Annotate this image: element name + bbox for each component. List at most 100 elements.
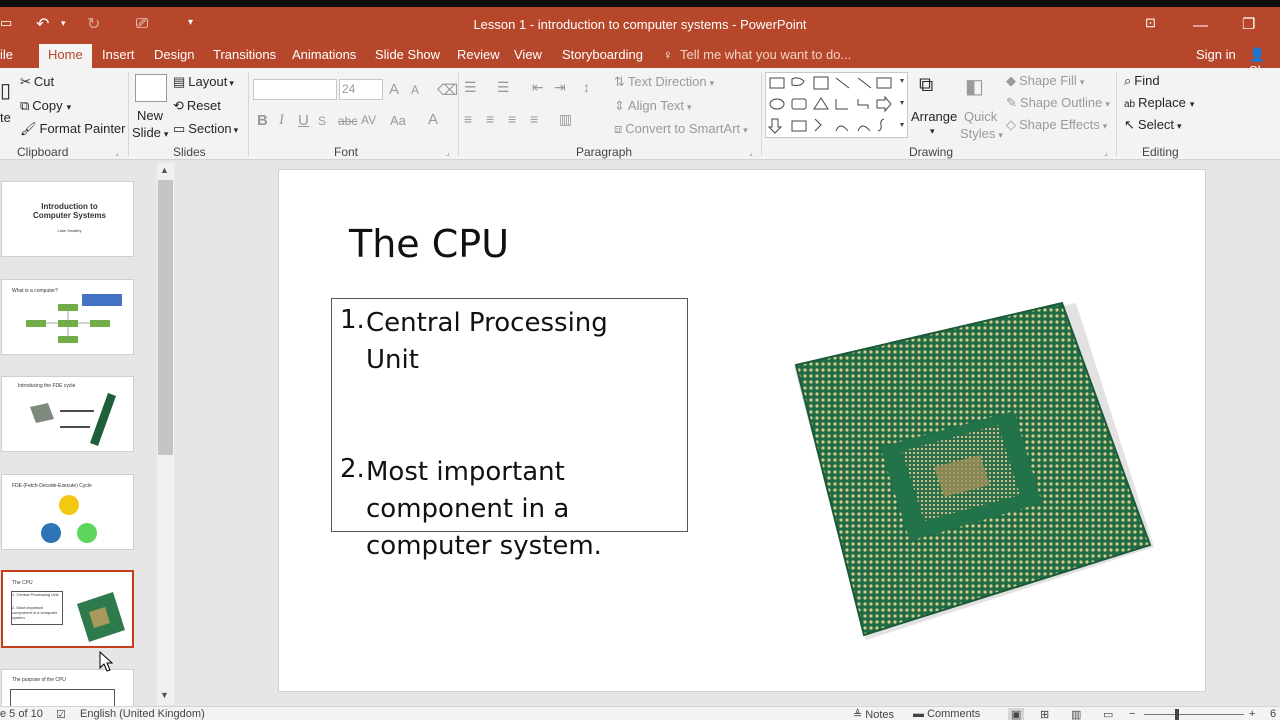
slide-thumbnail[interactable]: What is a computer? — [1, 279, 134, 355]
tab-file[interactable]: ile — [0, 47, 13, 62]
find-button[interactable]: ⌕ Find — [1124, 73, 1160, 89]
decrease-indent-icon[interactable]: ⇤ — [532, 79, 544, 96]
bold-button[interactable]: B — [257, 112, 268, 129]
slide-thumbnail[interactable]: Introducing the FDE cycle — [1, 376, 134, 452]
shapes-gallery[interactable] — [765, 72, 908, 138]
tab-transitions[interactable]: Transitions — [213, 47, 276, 62]
quick-styles-icon[interactable]: ◧ — [965, 74, 984, 99]
thumb-subtitle: Liam Smalley — [57, 228, 82, 233]
cpu-image[interactable] — [784, 295, 1164, 655]
paste-icon[interactable]: ▯ — [0, 78, 11, 103]
zoom-slider-thumb[interactable] — [1175, 709, 1179, 720]
drawing-launcher-icon[interactable]: ⌟ — [1104, 148, 1108, 157]
thumb-diagram — [26, 294, 122, 343]
ribbon-display-icon[interactable]: ⊡ — [1145, 15, 1156, 31]
clipboard-launcher-icon[interactable]: ⌟ — [115, 148, 119, 157]
tab-view[interactable]: View — [514, 47, 542, 62]
align-right-icon[interactable]: ≡ — [508, 111, 516, 127]
char-spacing-button[interactable]: AV — [361, 113, 376, 127]
format-painter-button[interactable]: 🖌 Format Painter — [20, 121, 126, 137]
shape-effects-button[interactable]: ◇ Shape Effects ▾ — [1006, 117, 1107, 133]
justify-icon[interactable]: ≡ — [530, 111, 538, 127]
slide-thumbnail[interactable]: FDE (Fetch-Decode-Execute) Cycle — [1, 474, 134, 550]
slide-text-box[interactable]: 1. Central Processing Unit 2. Most impor… — [331, 298, 688, 561]
shape-effects-icon: ◇ — [1006, 117, 1016, 132]
numbering-icon[interactable]: ☰ — [497, 79, 510, 96]
tab-design[interactable]: Design — [154, 47, 194, 62]
new-slide-button[interactable]: Slide ▾ — [132, 125, 168, 140]
slide-thumbnail-selected[interactable]: The CPU 1. Central Processing Unit 2. Mo… — [1, 570, 134, 648]
font-size-field[interactable]: 24 — [339, 79, 383, 100]
quick-styles-label-1[interactable]: Quick — [964, 109, 997, 124]
font-color-button[interactable]: A — [428, 111, 438, 128]
paragraph-launcher-icon[interactable]: ⌟ — [749, 148, 753, 157]
paste-button-label[interactable]: te — [0, 110, 11, 125]
drawing-group-label: Drawing — [909, 145, 954, 159]
quick-styles-button[interactable]: Styles ▾ — [960, 126, 1003, 141]
change-case-button[interactable]: Aa — [390, 113, 406, 128]
new-slide-icon[interactable] — [135, 74, 167, 102]
reset-icon: ⟲ — [173, 98, 184, 113]
tab-animations[interactable]: Animations — [292, 47, 356, 62]
shape-fill-label: Shape Fill — [1019, 73, 1077, 88]
line-spacing-icon[interactable]: ↕ — [583, 79, 590, 95]
zoom-slider[interactable] — [1144, 714, 1244, 715]
minimize-icon[interactable]: — — [1193, 17, 1208, 34]
underline-button[interactable]: U — [298, 112, 309, 129]
slideshow-view-icon[interactable]: ▭ — [1103, 708, 1113, 720]
layout-button[interactable]: ▤ Layout ▾ — [173, 74, 234, 90]
slide-sorter-icon[interactable]: ⊞ — [1040, 708, 1049, 720]
font-launcher-icon[interactable]: ⌟ — [446, 148, 450, 157]
restore-icon[interactable]: ❐ — [1242, 15, 1255, 33]
tell-me-box[interactable]: Tell me what you want to do... — [680, 47, 851, 62]
columns-icon[interactable]: ▥ — [559, 111, 572, 128]
reading-view-icon[interactable]: ▥ — [1071, 708, 1081, 720]
arrange-icon[interactable]: ⧉ — [919, 74, 933, 97]
new-slide-label-1[interactable]: New — [137, 108, 163, 123]
slide-title[interactable]: The CPU — [349, 222, 509, 266]
align-center-icon[interactable]: ≡ — [486, 111, 494, 127]
tab-storyboarding[interactable]: Storyboarding — [562, 47, 643, 62]
zoom-out-icon[interactable]: − — [1129, 708, 1135, 720]
increase-indent-icon[interactable]: ⇥ — [554, 79, 566, 96]
arrange-button[interactable]: Arrange — [911, 109, 957, 124]
cut-button[interactable]: ✂ Cut — [20, 74, 54, 90]
section-button[interactable]: ▭ Section ▾ — [173, 121, 238, 137]
language-indicator[interactable]: English (United Kingdom) — [80, 708, 205, 720]
scroll-down-icon[interactable]: ▼ — [160, 690, 169, 700]
slide-canvas[interactable]: The CPU 1. Central Processing Unit 2. Mo… — [278, 169, 1206, 692]
arrange-dropdown-icon[interactable]: ▾ — [930, 126, 935, 137]
font-name-field[interactable] — [253, 79, 337, 100]
comments-button[interactable]: ▬ Comments — [913, 708, 980, 720]
tab-slide-show[interactable]: Slide Show — [375, 47, 440, 62]
zoom-in-icon[interactable]: + — [1249, 708, 1255, 720]
text-direction-button[interactable]: ⇅ Text Direction ▾ — [614, 74, 714, 90]
shrink-font-icon[interactable]: A — [411, 83, 419, 97]
shape-fill-button[interactable]: ◆ Shape Fill ▾ — [1006, 73, 1084, 89]
normal-view-button[interactable]: ▣ — [1008, 708, 1025, 720]
tab-insert[interactable]: Insert — [102, 47, 135, 62]
sign-in-link[interactable]: Sign in — [1196, 47, 1236, 62]
shape-outline-button[interactable]: ✎ Shape Outline ▾ — [1006, 95, 1110, 111]
convert-smartart-button[interactable]: ⧈ Convert to SmartArt ▾ — [614, 121, 748, 137]
align-left-icon[interactable]: ≡ — [464, 111, 472, 127]
scroll-up-icon[interactable]: ▲ — [160, 165, 169, 175]
spellcheck-icon[interactable]: ☑ — [56, 708, 66, 720]
tab-home[interactable]: Home — [39, 44, 92, 68]
zoom-level[interactable]: 6 — [1270, 708, 1276, 720]
reset-button[interactable]: ⟲ Reset — [173, 98, 221, 114]
notes-button[interactable]: ≜ Notes — [853, 708, 894, 720]
tab-review[interactable]: Review — [457, 47, 500, 62]
replace-button[interactable]: ab Replace ▾ — [1124, 95, 1194, 110]
bullets-icon[interactable]: ☰ — [464, 79, 477, 96]
grow-font-icon[interactable]: A — [389, 81, 399, 98]
select-button[interactable]: ↖ Select ▾ — [1124, 117, 1182, 133]
text-shadow-icon[interactable]: S — [318, 114, 326, 128]
clear-format-icon[interactable]: ⌫ — [437, 81, 458, 99]
slide-thumbnail[interactable]: Introduction to Computer Systems Liam Sm… — [1, 181, 134, 257]
copy-button[interactable]: ⧉ Copy ▾ — [20, 98, 71, 114]
italic-button[interactable]: I — [279, 112, 284, 129]
align-text-button[interactable]: ⇕ Align Text ▾ — [614, 98, 692, 114]
thumbnail-scrollbar-thumb[interactable] — [158, 180, 173, 455]
strikethrough-button[interactable]: abc — [338, 114, 357, 128]
